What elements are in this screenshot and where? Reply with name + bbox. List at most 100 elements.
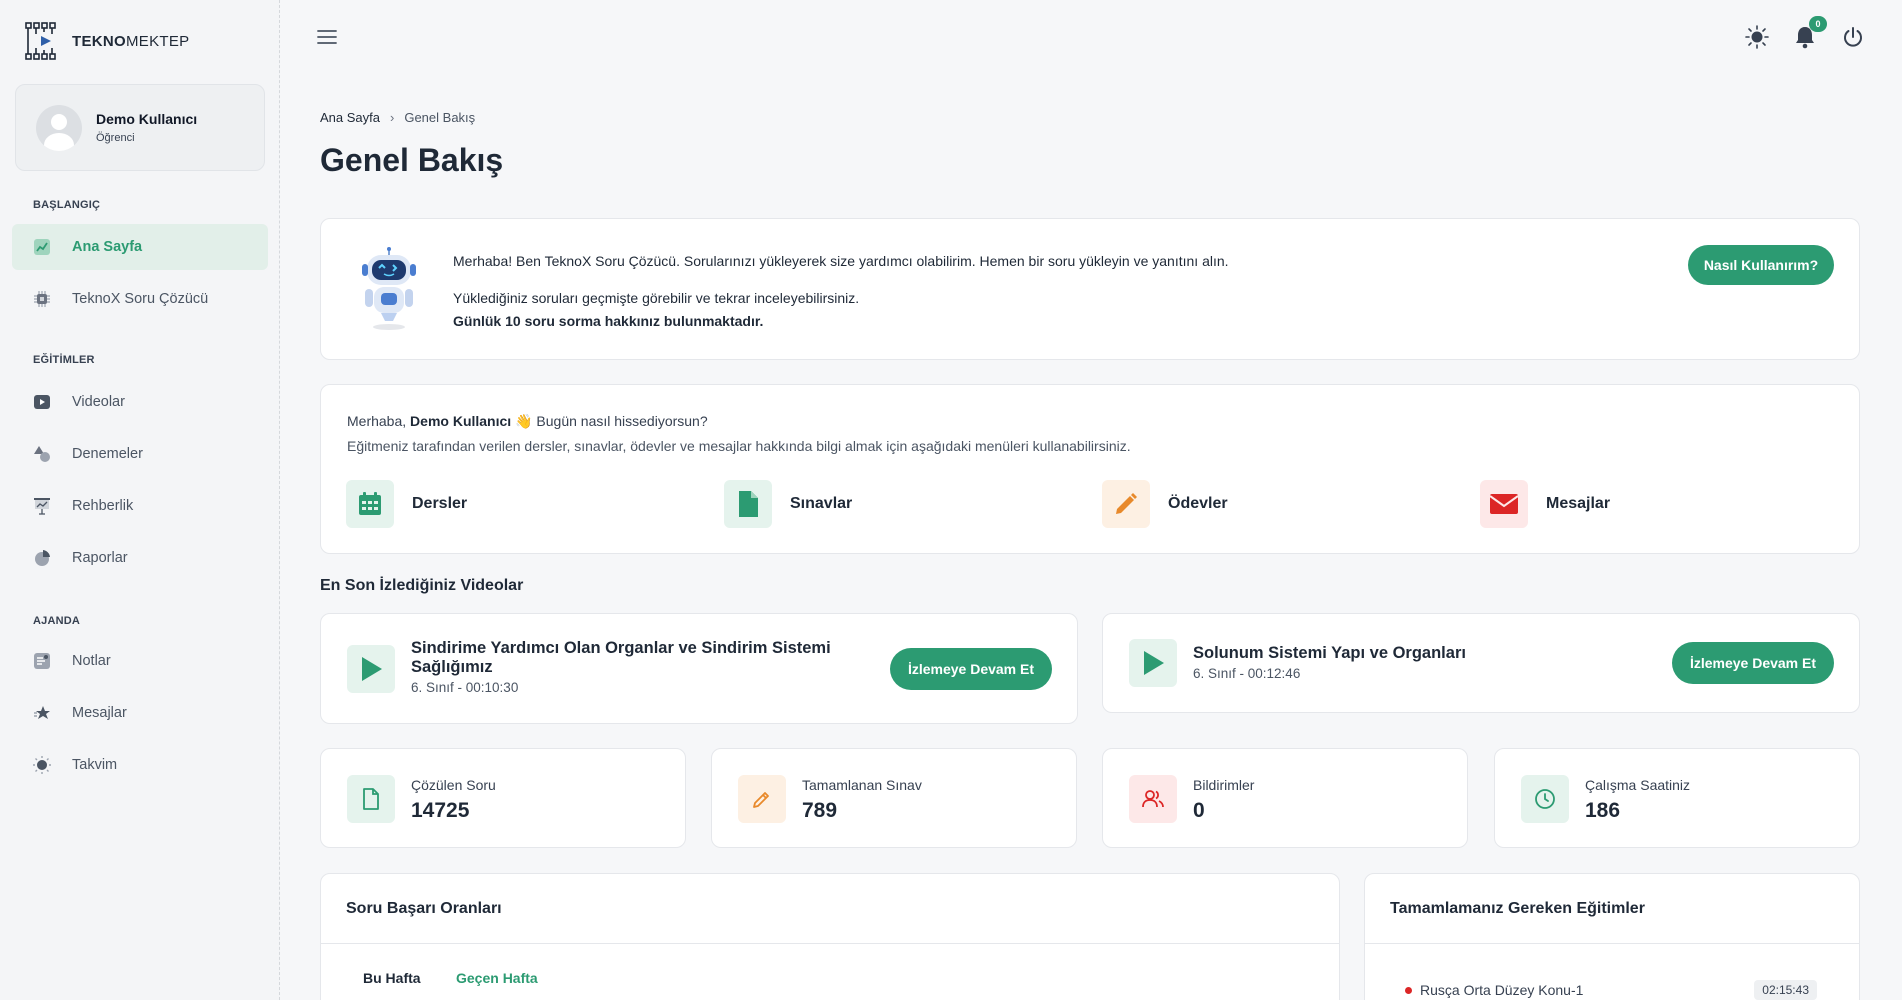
clock-icon [1521,775,1569,823]
tab-this-week[interactable]: Bu Hafta [363,970,421,986]
quick-link-mesajlar[interactable]: Mesajlar [1480,480,1610,528]
stat-value: 14725 [411,799,470,822]
welcome-user-name: Demo Kullanıcı [410,413,512,429]
logout-button[interactable] [1840,24,1866,50]
chip-icon [32,289,52,309]
training-label: Rusça Orta Düzey Konu-1 [1420,982,1584,998]
required-trainings-card: Tamamlamanız Gereken Eğitimler Rusça Ort… [1364,873,1860,1000]
play-icon[interactable] [347,645,395,693]
brand-logo[interactable]: TEKNOMEKTEP [24,20,189,62]
required-trainings-title: Tamamlamanız Gereken Eğitimler [1365,874,1859,944]
waving-hand-icon: 👋 [515,413,533,429]
success-rates-card: Soru Başarı Oranları Bu Hafta Geçen Haft… [320,873,1340,1000]
chevron-right-icon: › [390,110,395,125]
pie-chart-icon [32,548,52,568]
breadcrumb-current: Genel Bakış [404,110,476,125]
teknox-intro-text: Merhaba! Ben TeknoX Soru Çözücü. Sorular… [453,251,1229,332]
notes-icon [32,651,52,671]
sidebar-item-videolar[interactable]: Videolar [12,379,268,425]
sidebar-item-label: TeknoX Soru Çözücü [72,291,209,307]
breadcrumb: Ana Sayfa › Genel Bakış [320,110,475,125]
welcome-greeting: Merhaba, Demo Kullanıcı 👋 Bugün nasıl hi… [347,413,708,429]
stat-card-completed-exams: Tamamlanan Sınav 789 [711,748,1077,848]
menu-icon[interactable] [316,28,338,46]
sidebar-item-raporlar[interactable]: Raporlar [12,535,268,581]
quick-link-label: Sınavlar [790,495,853,512]
pencil-icon [1102,480,1150,528]
sidebar-item-label: Mesajlar [72,705,127,721]
tab-last-week[interactable]: Geçen Hafta [456,970,538,986]
notification-count-badge: 0 [1809,16,1827,32]
presentation-icon [32,496,52,516]
sidebar-item-denemeler[interactable]: Denemeler [12,431,268,477]
stat-card-study-hours: Çalışma Saatiniz 186 [1494,748,1860,848]
page-title: Genel Bakış [320,142,504,178]
user-role: Öğrenci [96,132,135,144]
sidebar: TEKNOMEKTEP Demo Kullanıcı Öğrenci BAŞLA… [0,0,280,1000]
breadcrumb-home[interactable]: Ana Sayfa [320,110,380,125]
stat-card-notifications: Bildirimler 0 [1102,748,1468,848]
sidebar-item-label: Videolar [72,394,125,410]
sidebar-item-label: Takvim [72,757,118,773]
intro-line-1: Merhaba! Ben TeknoX Soru Çözücü. Sorular… [453,253,1229,269]
chart-icon [32,237,52,257]
user-name: Demo Kullanıcı [96,111,198,127]
sidebar-item-rehberlik[interactable]: Rehberlik [12,483,268,529]
quick-link-label: Ödevler [1168,495,1228,512]
quick-link-sinavlar[interactable]: Sınavlar [724,480,852,528]
sun-icon [1745,25,1769,49]
list-item[interactable]: Rusça Orta Düzey Konu-1 [1405,982,1583,998]
quick-link-label: Mesajlar [1546,495,1611,512]
sidebar-item-label: Ana Sayfa [72,239,143,255]
sidebar-item-ana-sayfa[interactable]: Ana Sayfa [12,224,268,270]
stat-value: 789 [802,799,838,822]
file-icon [347,775,395,823]
user-profile-card[interactable]: Demo Kullanıcı Öğrenci [15,84,265,171]
pencil-icon [738,775,786,823]
welcome-subtitle: Eğitmeniz tarafından verilen dersler, sı… [347,438,1131,454]
quick-link-odevler[interactable]: Ödevler [1102,480,1228,528]
sidebar-item-label: Notlar [72,653,111,669]
shapes-icon [32,444,52,464]
brand-name: TEKNOMEKTEP [72,32,190,50]
stat-label: Tamamlanan Sınav [802,777,922,793]
stat-label: Çözülen Soru [411,777,496,793]
training-time-badge: 02:15:43 [1754,980,1817,1000]
continue-watching-button[interactable]: İzlemeye Devam Et [890,648,1052,690]
document-icon [724,480,772,528]
star-chat-icon [32,703,52,723]
power-icon [1844,27,1862,47]
video-card[interactable]: Sindirime Yardımcı Olan Organlar ve Sind… [320,613,1078,724]
play-icon[interactable] [1129,639,1177,687]
quick-link-label: Dersler [412,495,468,512]
avatar [36,104,82,151]
sidebar-item-notlar[interactable]: Notlar [12,638,268,684]
sun-icon [32,755,52,775]
video-card[interactable]: Solunum Sistemi Yapı ve Organları 6. Sın… [1102,613,1860,713]
notifications-button[interactable]: 0 [1792,16,1827,50]
intro-line-2: Yüklediğiniz soruları geçmişte görebilir… [453,290,860,306]
theme-toggle-button[interactable] [1744,24,1770,50]
intro-daily-limit: Günlük 10 soru sorma hakkınız bulunmakta… [453,313,764,329]
quick-link-dersler[interactable]: Dersler [346,480,467,528]
nav-section-egitimler: EĞİTİMLER [33,354,95,366]
sidebar-item-label: Denemeler [72,446,143,462]
nav-section-ajanda: AJANDA [33,615,81,627]
stat-label: Çalışma Saatiniz [1585,777,1691,793]
sidebar-item-takvim[interactable]: Takvim [12,742,268,788]
how-to-use-button[interactable]: Nasıl Kullanırım? [1688,245,1834,285]
sidebar-item-teknox-soru-cozucu[interactable]: TeknoX Soru Çözücü [12,276,268,322]
status-dot [1405,986,1412,994]
sidebar-item-label: Rehberlik [72,498,134,514]
nav-section-baslangic: BAŞLANGIÇ [33,199,101,211]
envelope-icon [1480,480,1528,528]
success-rates-title: Soru Başarı Oranları [321,874,1339,944]
video-meta: 6. Sınıf - 00:10:30 [411,680,519,695]
continue-watching-button[interactable]: İzlemeye Devam Et [1672,642,1834,684]
sidebar-item-mesajlar[interactable]: Mesajlar [12,690,268,736]
sidebar-item-label: Raporlar [72,550,128,566]
teknox-intro-card: Merhaba! Ben TeknoX Soru Çözücü. Sorular… [320,218,1860,360]
video-title: Solunum Sistemi Yapı ve Organları [1193,644,1466,662]
robot-icon [362,247,416,330]
video-title: Sindirime Yardımcı Olan Organlar ve Sind… [411,639,831,676]
